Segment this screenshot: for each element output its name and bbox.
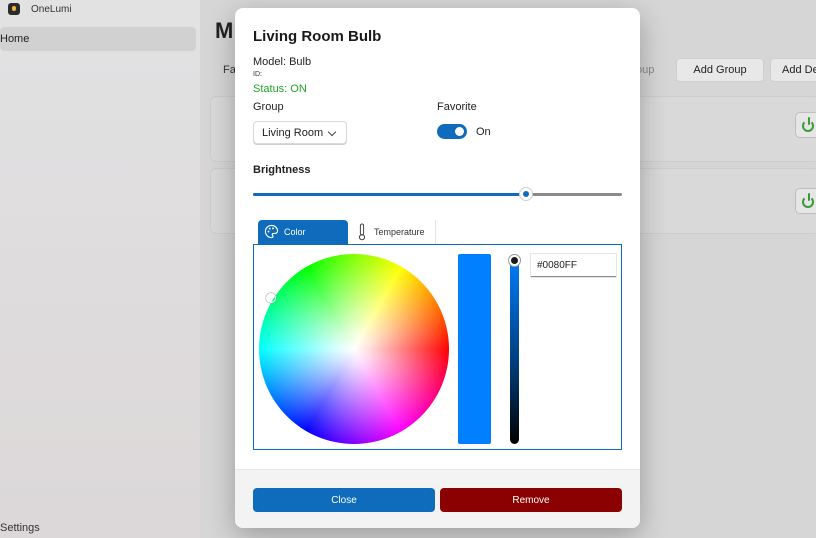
color-mode-tabs: Color Temperature (258, 220, 458, 244)
app-title: OneLumi (31, 4, 72, 15)
dialog-title: Living Room Bulb (253, 28, 382, 45)
tab-temperature-label: Temperature (374, 227, 425, 237)
group-label: Group (253, 101, 284, 113)
brightness-fill (253, 193, 527, 196)
dialog-footer: Close Remove (235, 469, 640, 528)
device-id: ID: (253, 71, 262, 78)
add-device-button[interactable]: Add De (770, 58, 816, 82)
device-dialog: Living Room Bulb Model: Bulb ID: Status:… (235, 8, 640, 528)
color-picker-panel (253, 244, 622, 450)
toggle-knob (455, 127, 464, 136)
favorite-toggle[interactable] (437, 124, 467, 139)
favorite-toggle-state: On (476, 126, 491, 138)
favorite-label: Favorite (437, 101, 477, 113)
device-status: Status: ON (253, 83, 307, 95)
nav-item-settings[interactable]: Settings (0, 522, 40, 534)
tab-color[interactable]: Color (258, 220, 348, 244)
onelumi-logo-icon (8, 3, 20, 15)
palette-icon (264, 224, 279, 239)
color-value-thumb[interactable] (509, 255, 520, 266)
brightness-slider[interactable] (253, 186, 622, 202)
nav-item-home[interactable]: Home (0, 27, 196, 51)
group-select-value: Living Room (262, 127, 324, 139)
page-title: M (215, 18, 234, 43)
brightness-label: Brightness (253, 164, 311, 176)
group-select[interactable]: Living Room (253, 121, 347, 144)
tab-color-label: Color (284, 227, 306, 237)
group-button-partial[interactable]: oup (636, 58, 672, 82)
color-wheel[interactable] (259, 254, 449, 444)
nav-item-home-label: Home (0, 33, 30, 45)
sidebar: OneLumi Home Settings (0, 0, 200, 538)
tab-temperature[interactable]: Temperature (350, 220, 436, 244)
title-bar: OneLumi (0, 0, 200, 20)
color-value-slider[interactable] (510, 254, 519, 444)
chevron-down-icon (327, 127, 337, 137)
power-icon[interactable] (795, 188, 816, 214)
power-icon[interactable] (795, 112, 816, 138)
brightness-thumb[interactable] (520, 188, 533, 200)
device-model: Model: Bulb (253, 56, 312, 68)
close-button[interactable]: Close (253, 488, 435, 512)
hex-color-input[interactable] (531, 254, 616, 277)
color-wheel-marker[interactable] (266, 293, 276, 303)
thermometer-icon (358, 223, 366, 241)
remove-button[interactable]: Remove (440, 488, 622, 512)
color-preview-swatch (458, 254, 491, 444)
add-group-button[interactable]: Add Group (676, 58, 764, 82)
favorites-filter-label[interactable]: Fa (223, 64, 236, 76)
